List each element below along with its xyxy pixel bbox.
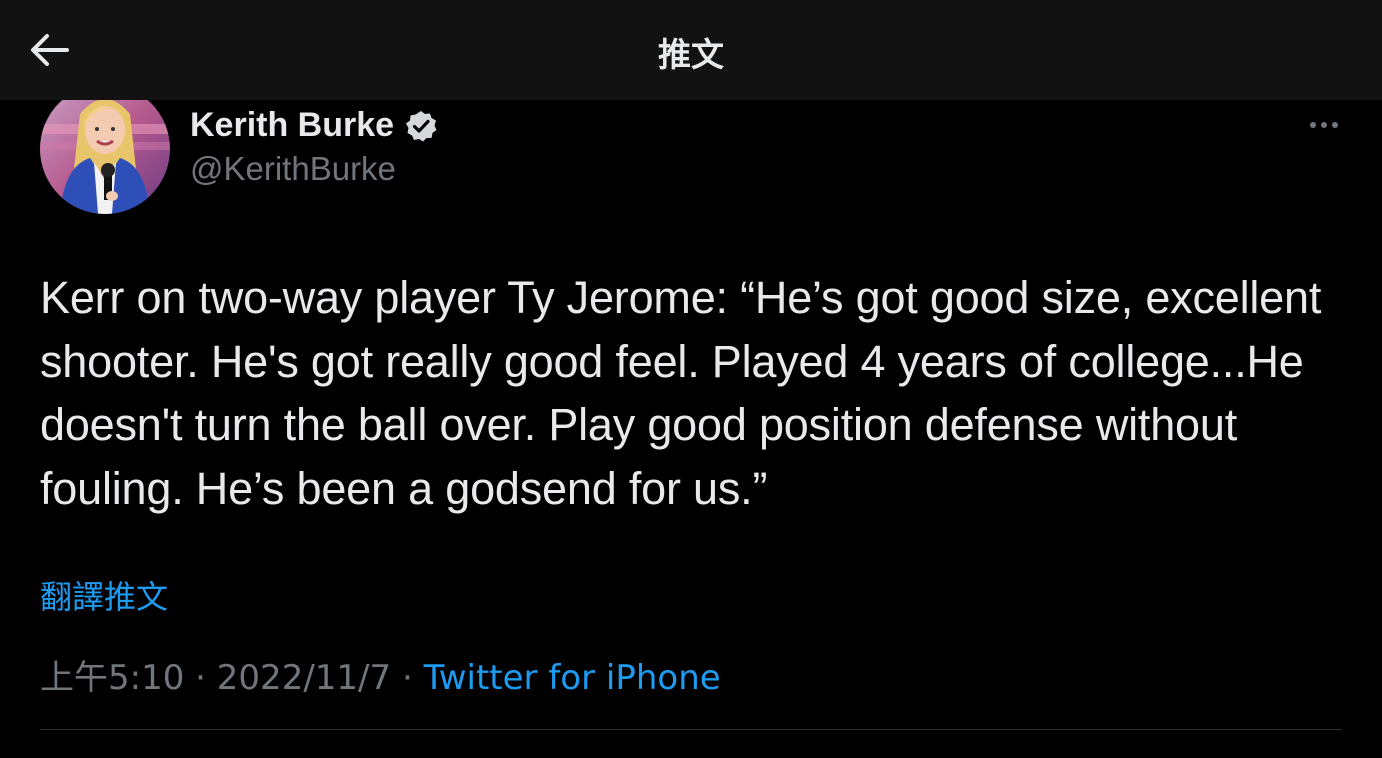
- verified-badge-icon: [404, 109, 438, 143]
- more-horizontal-icon: [1310, 122, 1338, 128]
- divider: [40, 729, 1342, 730]
- tweet-meta: 上午5:10 · 2022/11/7 · Twitter for iPhone: [40, 650, 721, 699]
- avatar[interactable]: [40, 84, 170, 214]
- tweet-detail-page: 推文 Kerith Burke @KerithBurke Kerr on two…: [0, 0, 1382, 758]
- tweet-source-link[interactable]: Twitter for iPhone: [424, 658, 721, 698]
- author-name[interactable]: Kerith Burke: [190, 106, 394, 145]
- author-handle[interactable]: @KerithBurke: [190, 150, 396, 188]
- more-options-button[interactable]: [1304, 110, 1344, 140]
- tweet-date[interactable]: 2022/11/7: [217, 658, 391, 698]
- tweet-time[interactable]: 上午5:10: [40, 658, 184, 698]
- meta-separator: ·: [184, 658, 217, 698]
- meta-separator: ·: [391, 658, 424, 698]
- top-bar: 推文: [0, 0, 1382, 100]
- page-title: 推文: [658, 35, 724, 74]
- author-name-row: Kerith Burke: [190, 106, 438, 145]
- tweet-text: Kerr on two-way player Ty Jerome: “He’s …: [40, 272, 1322, 514]
- avatar-illustration-icon: [40, 84, 170, 214]
- translate-tweet-link[interactable]: 翻譯推文: [40, 572, 168, 618]
